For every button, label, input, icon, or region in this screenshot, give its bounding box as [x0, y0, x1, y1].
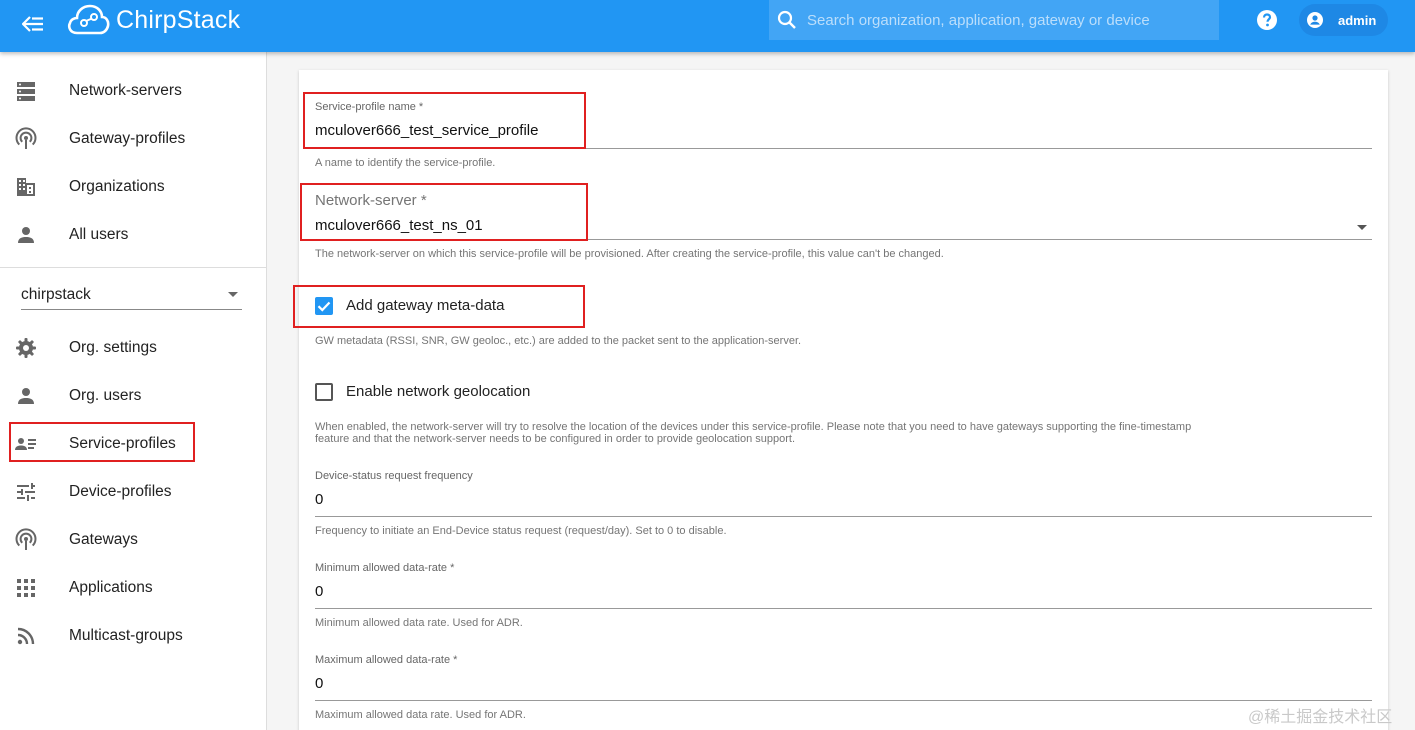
apps-grid-icon — [17, 579, 35, 597]
sidebar-item-label: Network-servers — [69, 82, 182, 99]
device-status-frequency-field: Device-status request frequency Frequenc… — [315, 469, 1372, 539]
field-label: Service-profile name * — [315, 101, 424, 113]
add-gateway-metadata-field: Add gateway meta-data GW metadata (RSSI,… — [315, 296, 1372, 356]
field-helper: A name to identify the service-profile. — [315, 157, 496, 169]
field-helper: Minimum allowed data rate. Used for ADR. — [315, 617, 523, 629]
checkbox-label[interactable]: Enable network geolocation — [346, 383, 530, 400]
building-icon — [17, 178, 35, 196]
sidebar-item-label: Org. settings — [69, 339, 157, 356]
search-input[interactable] — [807, 11, 1207, 29]
sidebar-item-label: Gateway-profiles — [69, 130, 186, 147]
sidebar-item-gateway-profiles[interactable]: Gateway-profiles — [0, 115, 266, 163]
rss-icon — [17, 627, 35, 645]
field-label: Minimum allowed data-rate * — [315, 562, 455, 574]
organization-select[interactable]: chirpstack — [21, 280, 242, 310]
sidebar-item-organizations[interactable]: Organizations — [0, 163, 266, 211]
field-helper: Maximum allowed data rate. Used for ADR. — [315, 709, 526, 721]
service-profile-name-field: Service-profile name * A name to identif… — [315, 100, 1372, 170]
cloud-logo-icon — [67, 4, 110, 35]
network-server-select[interactable]: mculover666_test_ns_01 — [315, 217, 1315, 234]
sidebar-item-label: All users — [69, 226, 129, 243]
sidebar: Network-servers Gateway-profiles Organiz… — [0, 52, 267, 730]
add-gateway-metadata-checkbox[interactable] — [315, 297, 333, 315]
input-underline — [315, 608, 1372, 609]
watermark: @稀土掘金技术社区 — [1248, 709, 1393, 726]
tune-icon — [17, 483, 35, 501]
help-button[interactable] — [1255, 8, 1279, 32]
field-label: Device-status request frequency — [315, 470, 473, 482]
sidebar-item-all-users[interactable]: All users — [0, 211, 266, 259]
field-label: Maximum allowed data-rate * — [315, 654, 458, 666]
checkmark-icon — [317, 301, 331, 312]
sidebar-item-label: Org. users — [69, 387, 142, 404]
input-underline — [315, 516, 1372, 517]
sidebar-item-label: Service-profiles — [69, 435, 176, 452]
input-underline — [315, 700, 1372, 701]
field-helper: feature and that the network-server need… — [315, 433, 796, 445]
chevron-down-icon[interactable] — [1357, 225, 1367, 230]
brand-name: ChirpStack — [116, 5, 241, 34]
sidebar-item-gateways[interactable]: Gateways — [0, 516, 266, 564]
person-icon — [18, 388, 34, 404]
min-data-rate-field: Minimum allowed data-rate * Minimum allo… — [315, 561, 1372, 631]
field-label: Network-server * — [315, 192, 427, 209]
gear-icon — [16, 338, 36, 358]
arrow-left-menu-icon — [22, 16, 43, 32]
sidebar-item-label: Multicast-groups — [69, 627, 183, 644]
user-name: admin — [1338, 12, 1377, 28]
field-helper: The network-server on which this service… — [315, 248, 944, 260]
antenna-icon — [15, 127, 37, 149]
sidebar-item-org-users[interactable]: Org. users — [0, 372, 266, 420]
chevron-down-icon — [228, 292, 238, 297]
network-server-field: Network-server * mculover666_test_ns_01 … — [315, 191, 1372, 271]
input-underline — [315, 148, 1372, 149]
brand-logo[interactable]: ChirpStack — [66, 3, 240, 37]
sidebar-divider — [0, 267, 266, 268]
sidebar-item-label: Device-profiles — [69, 483, 172, 500]
service-profile-form-card: Service-profile name * A name to identif… — [299, 70, 1388, 730]
sidebar-item-device-profiles[interactable]: Device-profiles — [0, 468, 266, 516]
max-data-rate-input[interactable] — [315, 675, 1315, 692]
server-stack-icon — [17, 82, 35, 101]
sidebar-item-network-servers[interactable]: Network-servers — [0, 67, 266, 115]
device-status-frequency-input[interactable] — [315, 491, 1315, 508]
antenna-icon — [15, 528, 37, 550]
person-icon — [18, 227, 34, 243]
sidebar-item-org-settings[interactable]: Org. settings — [0, 324, 266, 372]
search-icon — [777, 10, 796, 29]
search-bar[interactable] — [769, 0, 1219, 40]
min-data-rate-input[interactable] — [315, 583, 1315, 600]
sidebar-item-label: Applications — [69, 579, 153, 596]
input-underline — [315, 239, 1372, 240]
app-bar: ChirpStack admin — [0, 0, 1415, 52]
field-helper: Frequency to initiate an End-Device stat… — [315, 525, 727, 537]
sidebar-item-multicast-groups[interactable]: Multicast-groups — [0, 612, 266, 660]
sidebar-item-label: Gateways — [69, 531, 138, 548]
network-geolocation-field: Enable network geolocation When enabled,… — [315, 382, 1372, 452]
field-helper: When enabled, the network-server will tr… — [315, 421, 1192, 433]
sidebar-item-service-profiles[interactable]: Service-profiles — [0, 420, 266, 468]
sidebar-item-applications[interactable]: Applications — [0, 564, 266, 612]
service-profile-name-input[interactable] — [315, 122, 1315, 139]
user-menu-button[interactable]: admin — [1299, 4, 1388, 36]
help-icon — [1257, 10, 1277, 30]
max-data-rate-field: Maximum allowed data-rate * Maximum allo… — [315, 653, 1372, 723]
organization-select-value: chirpstack — [21, 286, 91, 303]
account-circle-icon — [1307, 12, 1323, 28]
field-helper: GW metadata (RSSI, SNR, GW geoloc., etc.… — [315, 335, 802, 347]
sidebar-item-label: Organizations — [69, 178, 165, 195]
checkbox-label[interactable]: Add gateway meta-data — [346, 297, 504, 314]
collapse-menu-button[interactable] — [18, 9, 48, 39]
network-geolocation-checkbox[interactable] — [315, 383, 333, 401]
account-details-icon — [15, 438, 36, 450]
